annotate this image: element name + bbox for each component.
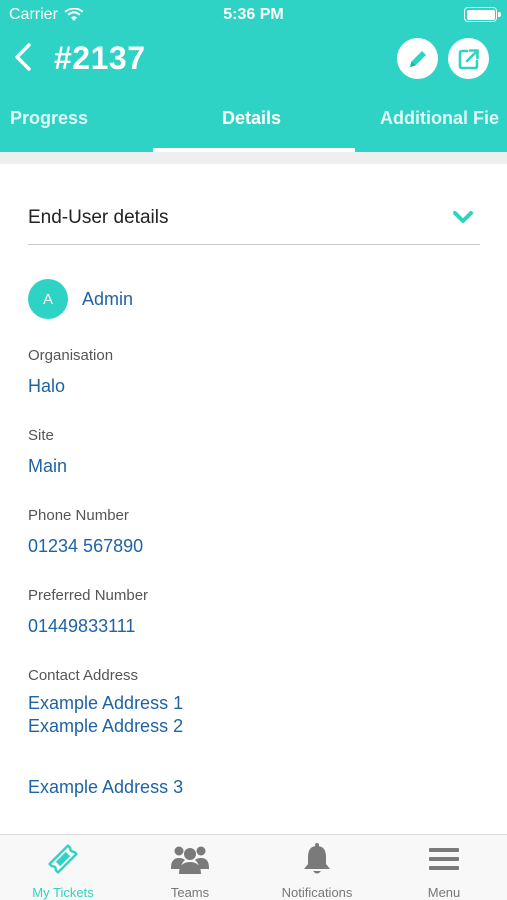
phone-value[interactable]: 01234 567890: [28, 535, 480, 557]
bell-icon: [304, 843, 330, 874]
site-label: Site: [28, 427, 54, 444]
tab-bar: Progress Details Additional Fie: [0, 100, 507, 152]
section-header[interactable]: End-User details: [28, 204, 480, 245]
tabbar-menu[interactable]: Menu: [381, 835, 507, 900]
external-link-icon: [458, 48, 479, 69]
contact-address-label: Contact Address: [28, 667, 139, 684]
page-title: #2137: [54, 40, 146, 76]
address-line-2[interactable]: Example Address 2: [28, 715, 480, 738]
phone-label: Phone Number: [28, 507, 129, 524]
back-button[interactable]: [8, 40, 38, 74]
battery-icon: [464, 7, 501, 22]
tab-details[interactable]: Details: [222, 108, 281, 129]
tab-additional-fields[interactable]: Additional Fie: [380, 108, 499, 129]
open-external-button[interactable]: [448, 38, 489, 79]
tabbar-label: My Tickets: [32, 885, 94, 900]
organisation-value[interactable]: Halo: [28, 375, 480, 397]
chevron-left-icon: [15, 43, 31, 71]
tabbar-label: Teams: [170, 885, 210, 900]
edit-button[interactable]: [397, 38, 438, 79]
address-line-3[interactable]: Example Address 3: [28, 776, 480, 799]
preferred-number-field: Preferred Number 01449833111: [28, 587, 480, 637]
site-field: Site Main: [28, 427, 480, 477]
nav-bar: #2137: [0, 30, 507, 86]
bottom-tab-bar: My Tickets Teams Notifications Menu: [0, 834, 507, 900]
status-time: 5:36 PM: [223, 6, 284, 23]
tab-progress[interactable]: Progress: [10, 108, 88, 129]
user-name[interactable]: Admin: [82, 289, 133, 310]
organisation-label: Organisation: [28, 347, 114, 364]
preferred-number-value[interactable]: 01449833111: [28, 615, 480, 637]
avatar: A: [28, 279, 68, 319]
phone-field: Phone Number 01234 567890: [28, 507, 480, 557]
details-content[interactable]: End-User details A Admin Organisation Ha…: [0, 164, 507, 834]
hamburger-icon: [429, 848, 459, 870]
chevron-down-icon[interactable]: [452, 210, 474, 224]
end-user-row[interactable]: A Admin: [28, 279, 133, 319]
tabbar-teams[interactable]: Teams: [127, 835, 253, 900]
section-title: End-User details: [28, 207, 169, 228]
tabbar-label: Notifications: [281, 885, 353, 900]
contact-address-field: Contact Address Example Address 1 Exampl…: [28, 667, 480, 799]
ticket-icon: [48, 844, 78, 874]
tabbar-notifications[interactable]: Notifications: [254, 835, 380, 900]
organisation-field: Organisation Halo: [28, 347, 480, 397]
teams-icon: [171, 846, 209, 874]
app-header: Carrier 5:36 PM #2137 Progress Details A…: [0, 0, 507, 152]
address-line-1[interactable]: Example Address 1: [28, 692, 480, 715]
header-separator: [0, 152, 507, 164]
tabbar-label: Menu: [427, 885, 461, 900]
site-value[interactable]: Main: [28, 455, 480, 477]
pencil-icon: [409, 50, 426, 67]
status-bar: Carrier 5:36 PM: [0, 0, 507, 30]
preferred-number-label: Preferred Number: [28, 587, 149, 604]
tabbar-my-tickets[interactable]: My Tickets: [0, 835, 126, 900]
